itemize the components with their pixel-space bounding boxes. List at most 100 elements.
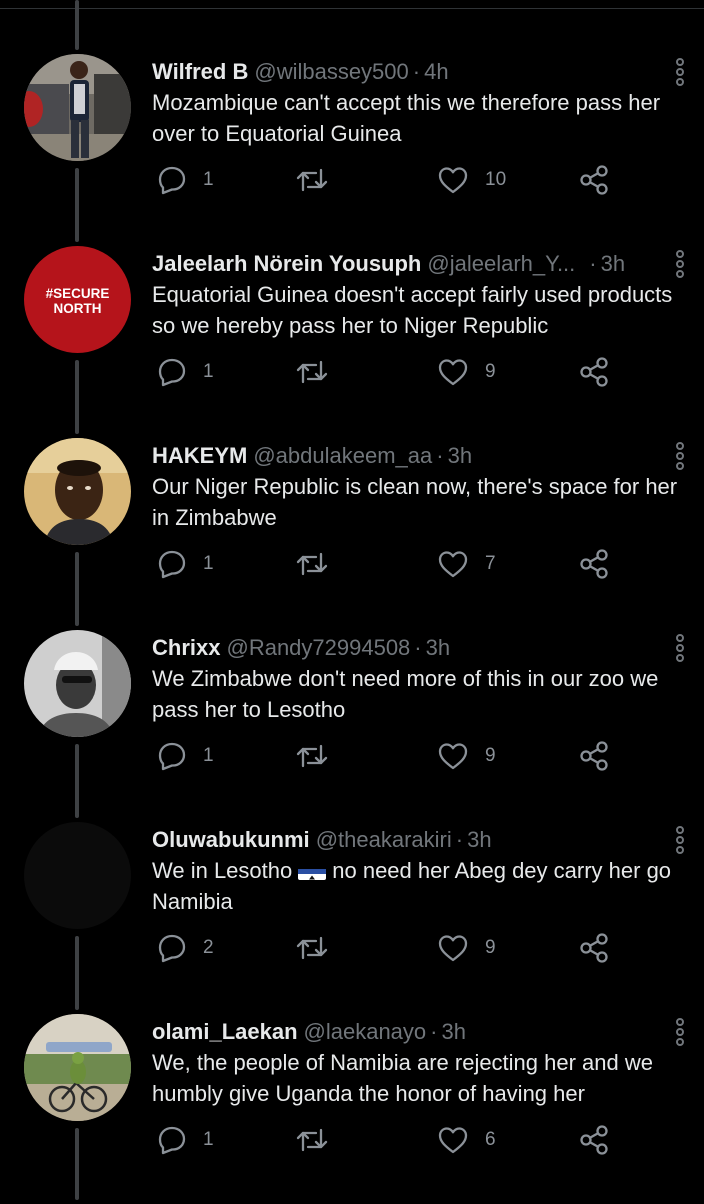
more-options-icon[interactable] (668, 824, 692, 858)
user-handle[interactable]: @jaleelarh_Y... (427, 251, 575, 276)
tweet-text: We in Lesotho no need her Abeg dey carry … (152, 855, 697, 917)
timestamp[interactable]: 3h (426, 635, 450, 660)
tweet-actions: 1 9 (152, 352, 622, 392)
tweet-text: We Zimbabwe don't need more of this in o… (152, 663, 697, 725)
display-name[interactable]: Oluwabukunmi (152, 827, 310, 852)
display-name[interactable]: Wilfred B (152, 59, 248, 84)
share-icon (578, 932, 610, 964)
like-button[interactable]: 9 (437, 352, 496, 392)
more-options-icon[interactable] (668, 632, 692, 666)
tweet-header: Oluwabukunmi @theakarakiri · 3h (152, 826, 662, 854)
like-count: 10 (485, 169, 507, 190)
more-options-icon[interactable] (668, 248, 692, 282)
tweet[interactable]: HAKEYM @abdulakeem_aa · 3h Our Niger Republ… (0, 436, 704, 628)
like-button[interactable]: 7 (437, 544, 496, 584)
avatar[interactable] (24, 630, 131, 737)
reply-icon (157, 933, 187, 963)
display-name[interactable]: Chrixx (152, 635, 220, 660)
display-name[interactable]: HAKEYM (152, 443, 247, 468)
reply-button[interactable]: 1 (157, 544, 214, 584)
more-options-icon[interactable] (668, 1016, 692, 1050)
share-button[interactable] (578, 544, 610, 584)
top-divider (0, 8, 704, 9)
tweet-text: Our Niger Republic is clean now, there's… (152, 471, 697, 533)
separator-dot: · (412, 59, 421, 84)
share-button[interactable] (578, 160, 610, 200)
reply-button[interactable]: 1 (157, 352, 214, 392)
avatar-logo-text: NORTH (54, 301, 102, 316)
user-handle[interactable]: @laekanayo (304, 1019, 427, 1044)
share-button[interactable] (578, 736, 610, 776)
timestamp[interactable]: 4h (424, 59, 448, 84)
timestamp[interactable]: 3h (441, 1019, 465, 1044)
reply-icon (157, 357, 187, 387)
retweet-button[interactable] (295, 736, 329, 776)
share-icon (578, 164, 610, 196)
share-icon (578, 740, 610, 772)
retweet-icon (295, 165, 329, 195)
more-options-icon[interactable] (668, 56, 692, 90)
tweet-text-content: We Zimbabwe don't need more of this in o… (152, 666, 659, 722)
timestamp[interactable]: 3h (448, 443, 472, 468)
tweet-actions: 1 7 (152, 544, 622, 584)
share-button[interactable] (578, 1120, 610, 1160)
tweet[interactable]: Oluwabukunmi @theakarakiri · 3h We in Lesot… (0, 820, 704, 1012)
lesotho-flag-emoji (298, 863, 327, 880)
retweet-button[interactable] (295, 160, 329, 200)
like-button[interactable]: 9 (437, 928, 496, 968)
retweet-icon (295, 357, 329, 387)
separator-dot: · (455, 827, 464, 852)
reply-count: 1 (203, 361, 214, 382)
user-handle[interactable]: @wilbassey500 (254, 59, 408, 84)
like-button[interactable]: 10 (437, 160, 506, 200)
user-handle[interactable]: @theakarakiri (316, 827, 452, 852)
retweet-icon (295, 1125, 329, 1155)
tweet-actions: 1 10 (152, 160, 622, 200)
tweet[interactable]: #SECURE NORTH Jaleelarh Nörein Yousuph @j… (0, 244, 704, 436)
like-count: 9 (485, 361, 496, 382)
retweet-button[interactable] (295, 352, 329, 392)
like-button[interactable]: 6 (437, 1120, 496, 1160)
display-name[interactable]: olami_Laekan (152, 1019, 298, 1044)
reply-icon (157, 1125, 187, 1155)
retweet-button[interactable] (295, 1120, 329, 1160)
avatar[interactable] (24, 438, 131, 545)
avatar[interactable] (24, 1014, 131, 1121)
tweet[interactable]: Wilfred B @wilbassey500 · 4h Mozambique can… (0, 52, 704, 244)
tweet-text: Equatorial Guinea doesn't accept fairly … (152, 279, 697, 341)
reply-button[interactable]: 1 (157, 1120, 214, 1160)
reply-button[interactable]: 2 (157, 928, 214, 968)
avatar[interactable] (24, 822, 131, 929)
more-options-icon[interactable] (668, 440, 692, 474)
heart-icon (437, 549, 469, 579)
timestamp[interactable]: 3h (601, 251, 625, 276)
share-icon (578, 356, 610, 388)
tweet-text-content: Mozambique can't accept this we therefor… (152, 90, 661, 146)
tweet-actions: 2 9 (152, 928, 622, 968)
retweet-icon (295, 933, 329, 963)
tweet[interactable]: olami_Laekan @laekanayo · 3h We, the people… (0, 1012, 704, 1204)
tweet-header: olami_Laekan @laekanayo · 3h (152, 1018, 662, 1046)
tweet-text-content: We in Lesotho (152, 858, 293, 883)
tweet[interactable]: Chrixx @Randy72994508 · 3h We Zimbabwe don'… (0, 628, 704, 820)
share-button[interactable] (578, 928, 610, 968)
like-button[interactable]: 9 (437, 736, 496, 776)
user-handle[interactable]: @abdulakeem_aa (253, 443, 432, 468)
user-handle[interactable]: @Randy72994508 (226, 635, 410, 660)
heart-icon (437, 357, 469, 387)
avatar-logo-text: #SECURE (46, 286, 110, 301)
reply-icon (157, 741, 187, 771)
avatar[interactable]: #SECURE NORTH (24, 246, 131, 353)
reply-button[interactable]: 1 (157, 736, 214, 776)
retweet-icon (295, 549, 329, 579)
heart-icon (437, 1125, 469, 1155)
retweet-button[interactable] (295, 928, 329, 968)
avatar[interactable] (24, 54, 131, 161)
timestamp[interactable]: 3h (467, 827, 491, 852)
reply-button[interactable]: 1 (157, 160, 214, 200)
share-button[interactable] (578, 352, 610, 392)
tweet-actions: 1 6 (152, 1120, 622, 1160)
share-icon (578, 1124, 610, 1156)
display-name[interactable]: Jaleelarh Nörein Yousuph (152, 251, 421, 276)
retweet-button[interactable] (295, 544, 329, 584)
